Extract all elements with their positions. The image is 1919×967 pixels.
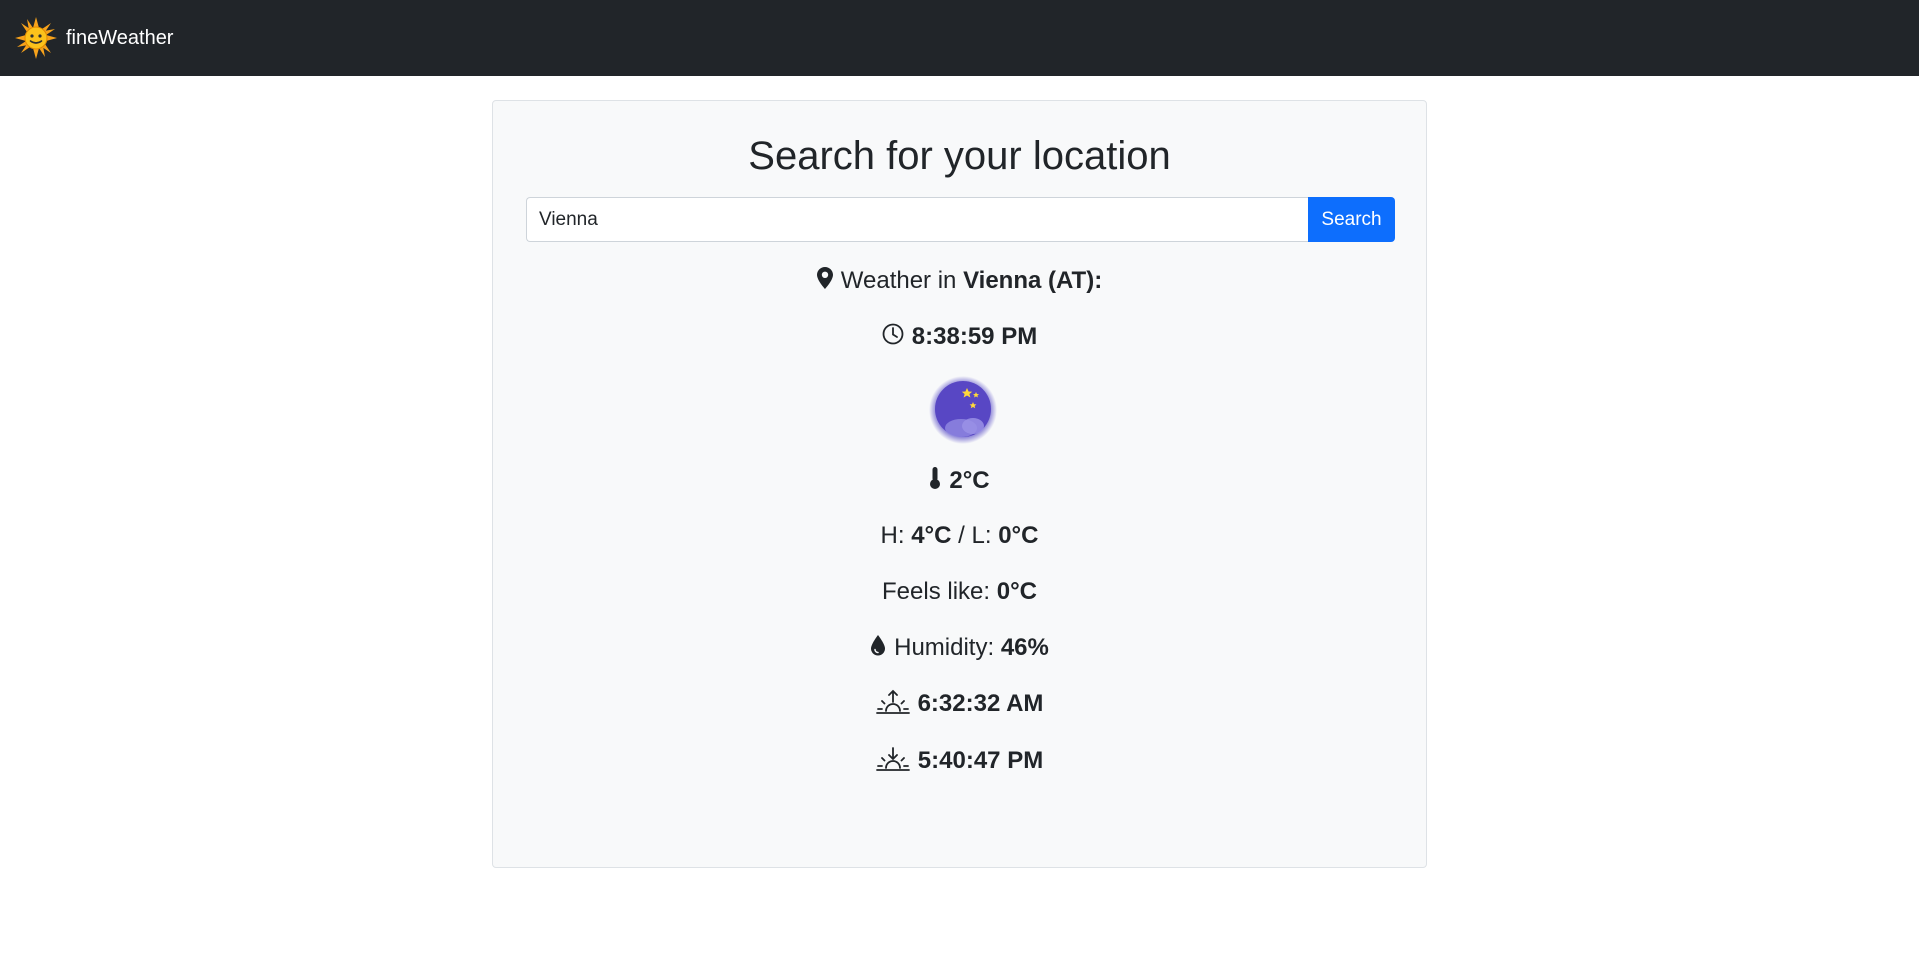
weather-time: 8:38:59 PM xyxy=(493,323,1426,352)
high-value: 4°C xyxy=(911,522,952,549)
map-pin-icon xyxy=(816,267,833,290)
low-label: / L: xyxy=(958,522,992,549)
humidity-label: Humidity: xyxy=(894,634,995,661)
thermometer-icon xyxy=(930,467,941,490)
night-moon-cloud-icon xyxy=(929,376,997,444)
droplet-icon xyxy=(871,635,886,656)
sun-logo-icon[interactable] xyxy=(14,16,58,60)
weather-location: Weather in Vienna (AT): xyxy=(493,267,1426,296)
sunrise-icon xyxy=(875,690,910,715)
sunset-row: 5:40:47 PM xyxy=(493,747,1426,776)
high-low-row: H: 4°C / L: 0°C xyxy=(493,522,1426,551)
location-search-input[interactable] xyxy=(526,197,1308,242)
humidity-value: 46% xyxy=(1000,634,1049,661)
humidity-row: Humidity: 46% xyxy=(493,634,1426,663)
feels-like-value: 0°C xyxy=(996,578,1037,605)
sunset-icon xyxy=(875,747,910,772)
navbar: fineWeather xyxy=(0,0,1919,76)
sunrise-row: 6:32:32 AM xyxy=(493,690,1426,719)
high-label: H: xyxy=(880,522,905,549)
sunset-time: 5:40:47 PM xyxy=(917,747,1044,774)
search-bar: Search xyxy=(526,197,1395,242)
feels-like-row: Feels like: 0°C xyxy=(493,578,1426,607)
search-card: Search for your location Search Weather … xyxy=(492,100,1427,868)
clock-icon xyxy=(882,323,904,345)
temperature-row: 2°C xyxy=(493,467,1426,496)
location-prefix: Weather in xyxy=(840,267,957,294)
page-title: Search for your location xyxy=(748,134,1171,178)
search-button[interactable]: Search xyxy=(1308,197,1395,242)
low-value: 0°C xyxy=(998,522,1039,549)
temperature-value: 2°C xyxy=(949,467,990,494)
current-time: 8:38:59 PM xyxy=(911,323,1038,350)
brand-name[interactable]: fineWeather xyxy=(66,27,173,50)
location-name: Vienna (AT): xyxy=(963,267,1103,294)
sunrise-time: 6:32:32 AM xyxy=(917,690,1044,717)
feels-like-label: Feels like: xyxy=(882,578,991,605)
